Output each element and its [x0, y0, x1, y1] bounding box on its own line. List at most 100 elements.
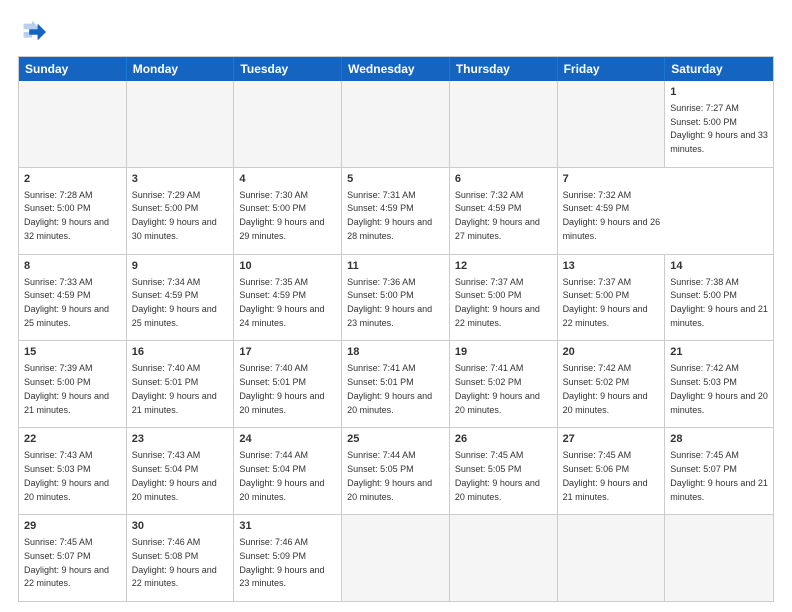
day-number: 31: [239, 519, 336, 534]
sunrise: Sunrise: 7:46 AM: [239, 537, 308, 547]
sunrise: Sunrise: 7:44 AM: [347, 450, 416, 460]
daylight: Daylight: 9 hours and 21 minutes.: [24, 391, 109, 415]
cal-cell: 19Sunrise: 7:41 AMSunset: 5:02 PMDayligh…: [450, 341, 558, 427]
logo: [18, 18, 48, 46]
sunset: Sunset: 5:00 PM: [670, 117, 737, 127]
cal-header-cell: Tuesday: [234, 57, 342, 81]
day-number: 19: [455, 345, 552, 360]
sunrise: Sunrise: 7:43 AM: [24, 450, 93, 460]
cal-cell-empty: [665, 515, 773, 601]
daylight: Daylight: 9 hours and 20 minutes.: [455, 391, 540, 415]
cal-cell: 29Sunrise: 7:45 AMSunset: 5:07 PMDayligh…: [19, 515, 127, 601]
daylight: Daylight: 9 hours and 30 minutes.: [132, 217, 217, 241]
sunset: Sunset: 5:03 PM: [670, 377, 737, 387]
day-number: 8: [24, 259, 121, 274]
day-number: 23: [132, 432, 229, 447]
cal-cell: 14Sunrise: 7:38 AMSunset: 5:00 PMDayligh…: [665, 255, 773, 341]
sunset: Sunset: 5:05 PM: [347, 464, 414, 474]
daylight: Daylight: 9 hours and 20 minutes.: [455, 478, 540, 502]
cal-cell: 12Sunrise: 7:37 AMSunset: 5:00 PMDayligh…: [450, 255, 558, 341]
calendar-body: 1 Sunrise: 7:27 AM Sunset: 5:00 PM Daylight…: [19, 81, 773, 601]
day-number: 5: [347, 172, 444, 187]
cal-row: 1 Sunrise: 7:27 AM Sunset: 5:00 PM Daylight…: [19, 81, 773, 167]
sunset: Sunset: 5:00 PM: [132, 203, 199, 213]
daylight: Daylight: 9 hours and 20 minutes.: [239, 478, 324, 502]
sunset: Sunset: 5:07 PM: [670, 464, 737, 474]
sunset: Sunset: 5:09 PM: [239, 551, 306, 561]
sunset: Sunset: 5:01 PM: [132, 377, 199, 387]
sunrise: Sunrise: 7:27 AM: [670, 103, 739, 113]
cal-cell-empty: [558, 81, 666, 167]
day-number: 20: [563, 345, 660, 360]
daylight: Daylight: 9 hours and 25 minutes.: [24, 304, 109, 328]
sunset: Sunset: 4:59 PM: [239, 290, 306, 300]
day-number: 9: [132, 259, 229, 274]
sunrise: Sunrise: 7:42 AM: [670, 363, 739, 373]
sunset: Sunset: 5:00 PM: [563, 290, 630, 300]
daylight: Daylight: 9 hours and 21 minutes.: [670, 304, 768, 328]
day-number: 4: [239, 172, 336, 187]
day-number: 30: [132, 519, 229, 534]
cal-cell: 7Sunrise: 7:32 AMSunset: 4:59 PMDaylight…: [558, 168, 666, 254]
sunrise: Sunrise: 7:45 AM: [455, 450, 524, 460]
day-number: 15: [24, 345, 121, 360]
cal-cell: 24Sunrise: 7:44 AMSunset: 5:04 PMDayligh…: [234, 428, 342, 514]
daylight: Daylight: 9 hours and 20 minutes.: [132, 478, 217, 502]
sunrise: Sunrise: 7:38 AM: [670, 277, 739, 287]
sunset: Sunset: 5:00 PM: [455, 290, 522, 300]
header: [18, 18, 774, 46]
sunset: Sunset: 5:04 PM: [132, 464, 199, 474]
cal-cell: 25Sunrise: 7:44 AMSunset: 5:05 PMDayligh…: [342, 428, 450, 514]
sunrise: Sunrise: 7:40 AM: [239, 363, 308, 373]
day-number: 17: [239, 345, 336, 360]
cal-header-cell: Sunday: [19, 57, 127, 81]
day-number: 24: [239, 432, 336, 447]
cal-cell: 28Sunrise: 7:45 AMSunset: 5:07 PMDayligh…: [665, 428, 773, 514]
cal-cell: 10Sunrise: 7:35 AMSunset: 4:59 PMDayligh…: [234, 255, 342, 341]
cal-cell: 22Sunrise: 7:43 AMSunset: 5:03 PMDayligh…: [19, 428, 127, 514]
sunrise: Sunrise: 7:36 AM: [347, 277, 416, 287]
sunrise: Sunrise: 7:29 AM: [132, 190, 201, 200]
cal-cell: 27Sunrise: 7:45 AMSunset: 5:06 PMDayligh…: [558, 428, 666, 514]
cal-cell-empty: [450, 515, 558, 601]
sunset: Sunset: 5:03 PM: [24, 464, 91, 474]
cal-cell: 26Sunrise: 7:45 AMSunset: 5:05 PMDayligh…: [450, 428, 558, 514]
daylight: Daylight: 9 hours and 20 minutes.: [563, 391, 648, 415]
sunrise: Sunrise: 7:31 AM: [347, 190, 416, 200]
sunset: Sunset: 5:04 PM: [239, 464, 306, 474]
daylight: Daylight: 9 hours and 20 minutes.: [24, 478, 109, 502]
sunset: Sunset: 4:59 PM: [347, 203, 414, 213]
cal-cell: 6Sunrise: 7:32 AMSunset: 4:59 PMDaylight…: [450, 168, 558, 254]
cal-row: 29Sunrise: 7:45 AMSunset: 5:07 PMDayligh…: [19, 514, 773, 601]
sunset: Sunset: 5:01 PM: [239, 377, 306, 387]
calendar: SundayMondayTuesdayWednesdayThursdayFrid…: [18, 56, 774, 602]
day-number: 7: [563, 172, 661, 187]
daylight: Daylight: 9 hours and 21 minutes.: [563, 478, 648, 502]
sunset: Sunset: 5:02 PM: [563, 377, 630, 387]
cal-cell: 11Sunrise: 7:36 AMSunset: 5:00 PMDayligh…: [342, 255, 450, 341]
sunset: Sunset: 5:06 PM: [563, 464, 630, 474]
sunset: Sunset: 4:59 PM: [455, 203, 522, 213]
daylight: Daylight: 9 hours and 33 minutes.: [670, 130, 768, 154]
cal-cell-empty: [19, 81, 127, 167]
daylight: Daylight: 9 hours and 22 minutes.: [24, 565, 109, 589]
day-number: 28: [670, 432, 768, 447]
cal-cell: 30Sunrise: 7:46 AMSunset: 5:08 PMDayligh…: [127, 515, 235, 601]
sunrise: Sunrise: 7:43 AM: [132, 450, 201, 460]
day-number: 1: [670, 85, 768, 100]
sunset: Sunset: 5:02 PM: [455, 377, 522, 387]
sunset: Sunset: 5:05 PM: [455, 464, 522, 474]
day-number: 21: [670, 345, 768, 360]
daylight: Daylight: 9 hours and 20 minutes.: [670, 391, 768, 415]
daylight: Daylight: 9 hours and 22 minutes.: [563, 304, 648, 328]
sunrise: Sunrise: 7:46 AM: [132, 537, 201, 547]
cal-cell: 21 Sunrise: 7:42 AM Sunset: 5:03 PM Dayligh…: [665, 341, 773, 427]
daylight: Daylight: 9 hours and 23 minutes.: [239, 565, 324, 589]
sunset: Sunset: 5:00 PM: [670, 290, 737, 300]
sunrise: Sunrise: 7:39 AM: [24, 363, 93, 373]
sunset: Sunset: 5:00 PM: [239, 203, 306, 213]
sunrise: Sunrise: 7:37 AM: [563, 277, 632, 287]
cal-cell: 23 Sunrise: 7:43 AM Sunset: 5:04 PM Dayligh…: [127, 428, 235, 514]
cal-cell: 20Sunrise: 7:42 AMSunset: 5:02 PMDayligh…: [558, 341, 666, 427]
sunset: Sunset: 4:59 PM: [24, 290, 91, 300]
